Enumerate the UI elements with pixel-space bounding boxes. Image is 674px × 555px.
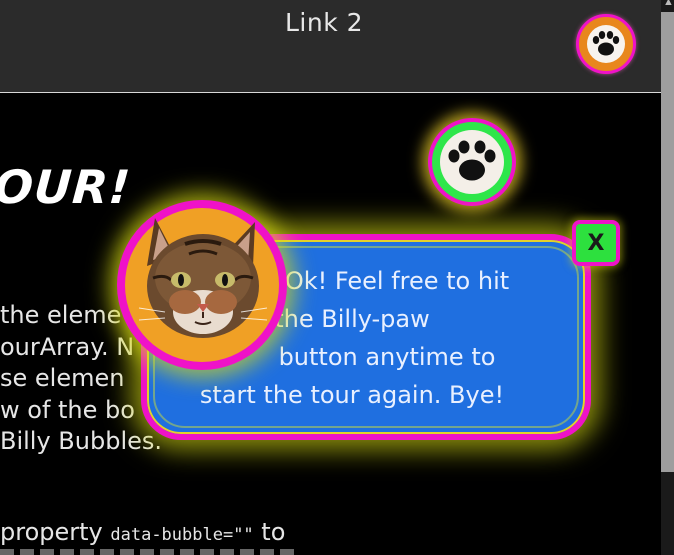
floating-billy-paw-button[interactable] <box>428 118 516 206</box>
viewport: OUR! the eleme ourArray. N se elemen w o… <box>0 0 674 555</box>
billy-paw-button[interactable] <box>576 14 636 74</box>
cat-avatar <box>117 200 287 370</box>
bubble-line: start the tour again. Bye! <box>199 381 505 409</box>
top-nav-bar: Link 2 <box>0 0 661 93</box>
paw-icon <box>440 130 504 194</box>
property-code: data-bubble="" <box>110 525 254 545</box>
scrollbar-thumb[interactable] <box>661 12 674 472</box>
property-line: property data-bubble="" to <box>0 518 285 546</box>
cat-face-icon <box>138 218 268 338</box>
avatar-ring <box>125 208 279 362</box>
cutoff-text-line <box>0 549 300 555</box>
paw-icon <box>587 25 625 63</box>
close-bubble-button[interactable]: X <box>572 220 620 266</box>
scroll-up-arrow-icon[interactable]: ▲ <box>663 0 674 8</box>
property-prefix: property <box>0 518 111 546</box>
nav-link-2[interactable]: Link 2 <box>285 8 363 37</box>
page-heading: OUR! <box>0 160 133 214</box>
property-suffix: to <box>253 518 286 546</box>
